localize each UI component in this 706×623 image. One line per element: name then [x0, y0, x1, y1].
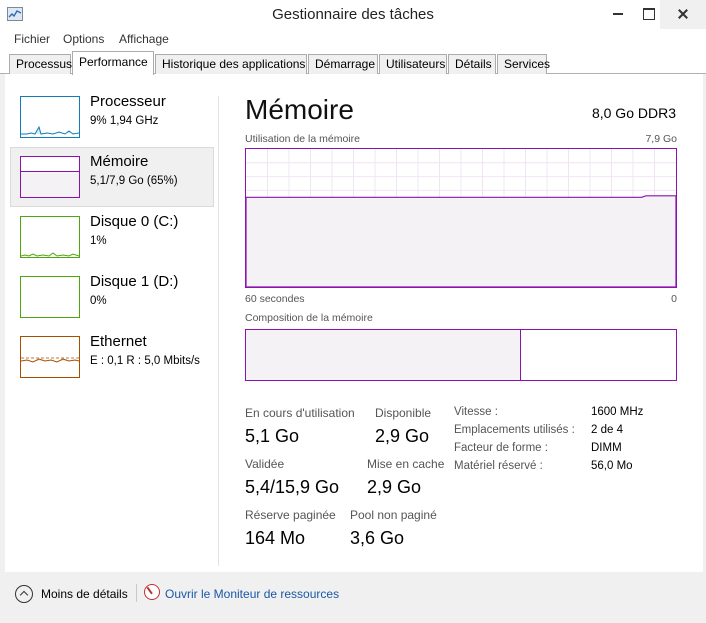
- window-title: Gestionnaire des tâches: [272, 6, 434, 23]
- minimize-button[interactable]: [603, 0, 633, 29]
- sidebar-item-disque-1[interactable]: Disque 1 (D:) 0%: [10, 267, 214, 327]
- sidebar-item-label: Disque 1 (D:): [90, 273, 179, 290]
- sidebar-item-sub: E : 0,1 R : 5,0 Mbits/s: [90, 355, 200, 367]
- resource-monitor-icon: [144, 584, 160, 600]
- nonpaged-pool-value: 3,6 Go: [350, 528, 405, 548]
- memory-usage-area: [246, 195, 676, 287]
- menu-options[interactable]: Options: [63, 32, 104, 46]
- footer: Moins de détails Ouvrir le Moniteur de r…: [0, 574, 706, 623]
- sidebar-item-ethernet[interactable]: Ethernet E : 0,1 R : 5,0 Mbits/s: [10, 327, 214, 387]
- tab-historique[interactable]: Historique des applications: [155, 54, 307, 74]
- title-bar: Gestionnaire des tâches: [0, 0, 706, 29]
- usage-graph-max: 7,9 Go: [645, 133, 677, 145]
- page-title: Mémoire: [245, 94, 354, 125]
- memory-spec: 8,0 Go DDR3: [591, 105, 676, 121]
- tab-processus[interactable]: Processus: [9, 54, 72, 74]
- tab-details[interactable]: Détails: [448, 54, 496, 74]
- in-use-label: En cours d'utilisation: [245, 406, 355, 420]
- tab-utilisateurs[interactable]: Utilisateurs: [379, 54, 447, 74]
- disk-graph-icon: [20, 216, 80, 258]
- sidebar-item-memoire[interactable]: Mémoire 5,1/7,9 Go (65%): [10, 147, 214, 207]
- in-use-value: 5,1 Go: [245, 426, 300, 446]
- divider: [218, 96, 219, 566]
- divider: [136, 584, 137, 602]
- memory-usage-graph: [245, 148, 677, 288]
- available-value: 2,9 Go: [375, 426, 430, 446]
- detail-value: 56,0 Mo: [591, 460, 633, 472]
- detail-value: DIMM: [591, 442, 622, 454]
- paged-pool-value: 164 Mo: [245, 528, 306, 548]
- time-axis-left: 60 secondes: [245, 293, 305, 305]
- usage-graph-svg: [246, 149, 676, 287]
- detail-label: Matériel réservé :: [454, 460, 543, 472]
- memory-composition-bar: [245, 329, 677, 381]
- ethernet-graph-icon: [20, 336, 80, 378]
- tab-demarrage[interactable]: Démarrage: [308, 54, 378, 74]
- nonpaged-pool-label: Pool non paginé: [350, 508, 437, 522]
- time-axis-right: 0: [671, 293, 677, 305]
- detail-label: Facteur de forme :: [454, 442, 548, 454]
- sidebar-item-label: Mémoire: [90, 153, 149, 170]
- sidebar-item-processeur[interactable]: Processeur 9% 1,94 GHz: [10, 87, 214, 147]
- sidebar-item-disque-0[interactable]: Disque 0 (C:) 1%: [10, 207, 214, 267]
- detail-label: Emplacements utilisés :: [454, 424, 575, 436]
- committed-label: Validée: [245, 457, 285, 471]
- paged-pool-label: Réserve paginée: [245, 508, 336, 522]
- sidebar-item-label: Ethernet: [90, 333, 147, 350]
- close-button[interactable]: [660, 0, 706, 29]
- sidebar-item-sub: 0%: [90, 295, 107, 307]
- committed-value: 5,4/15,9 Go: [245, 477, 340, 497]
- detail-label: Vitesse :: [454, 406, 498, 418]
- cpu-graph-icon: [20, 96, 80, 138]
- cached-value: 2,9 Go: [367, 477, 422, 497]
- composition-label: Composition de la mémoire: [245, 312, 373, 324]
- tab-services[interactable]: Services: [497, 54, 550, 74]
- detail-value: 2 de 4: [591, 424, 623, 436]
- detail-value: 1600 MHz: [591, 406, 644, 418]
- tab-performance[interactable]: Performance: [72, 51, 154, 75]
- menu-bar: Fichier Options Affichage: [0, 29, 706, 49]
- sidebar-item-sub: 1%: [90, 235, 107, 247]
- sidebar-item-label: Disque 0 (C:): [90, 213, 179, 230]
- tab-bar: Processus Performance Historique des app…: [0, 49, 706, 75]
- usage-graph-label: Utilisation de la mémoire: [245, 133, 360, 145]
- menu-fichier[interactable]: Fichier: [14, 32, 50, 46]
- resource-monitor-link[interactable]: Ouvrir le Moniteur de ressources: [165, 587, 339, 601]
- available-label: Disponible: [375, 406, 432, 420]
- cached-label: Mise en cache: [367, 457, 445, 471]
- menu-affichage[interactable]: Affichage: [119, 32, 169, 46]
- memory-graph-icon: [20, 156, 80, 198]
- maximize-button[interactable]: [633, 0, 663, 29]
- composition-in-use: [246, 330, 522, 380]
- sidebar-item-sub: 5,1/7,9 Go (65%): [90, 175, 178, 187]
- sidebar-item-sub: 9% 1,94 GHz: [90, 115, 159, 127]
- fewer-details-button[interactable]: Moins de détails: [41, 587, 128, 601]
- sidebar-item-label: Processeur: [90, 93, 166, 110]
- disk-graph-icon: [20, 276, 80, 318]
- performance-panel: Processeur 9% 1,94 GHz Mémoire 5,1/7,9 G…: [5, 74, 703, 572]
- chevron-up-icon[interactable]: [15, 585, 33, 603]
